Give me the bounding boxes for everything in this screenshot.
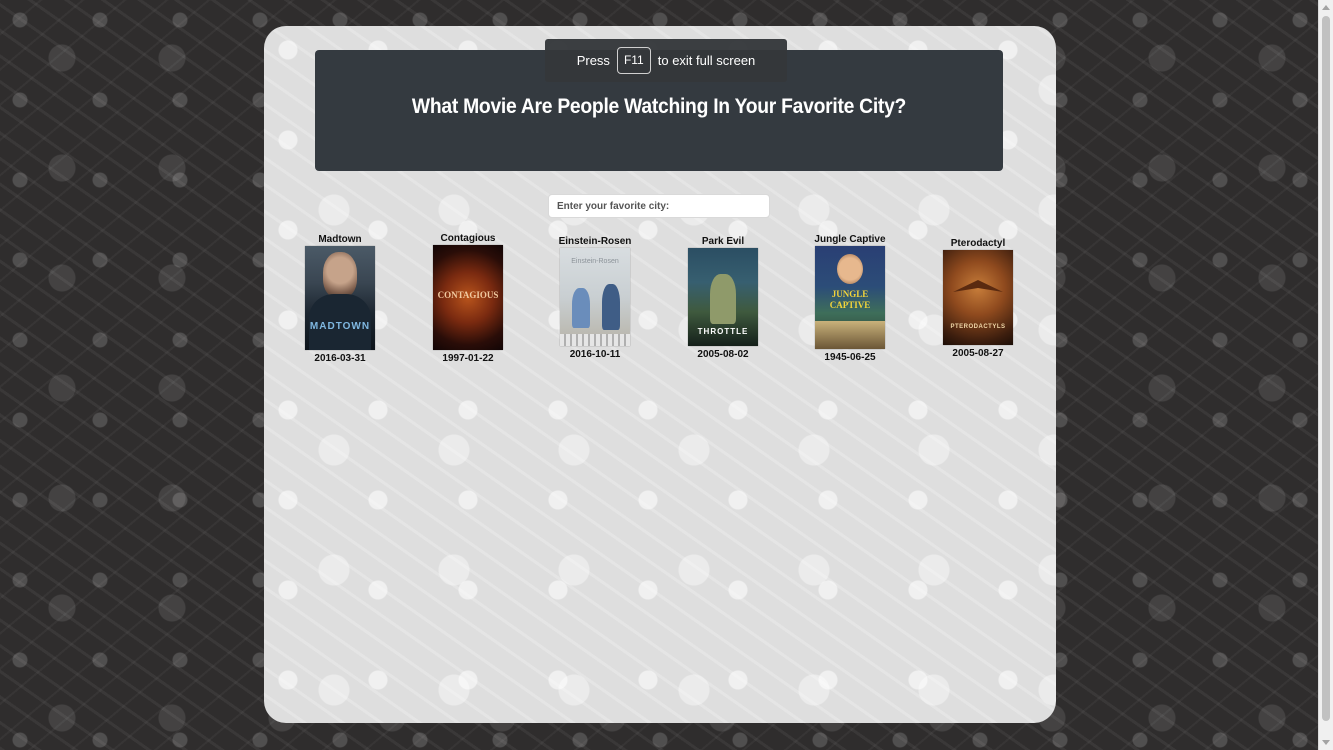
content-panel: What Movie Are People Watching In Your F… xyxy=(264,26,1056,723)
poster-figure xyxy=(572,288,590,328)
f11-key-badge: F11 xyxy=(616,47,651,74)
page: { "header": { "title": "What Movie Are P… xyxy=(0,0,1333,750)
notice-prefix: Press xyxy=(576,53,610,68)
movie-title: Einstein-Rosen xyxy=(558,236,632,247)
poster-caption: CAPTIVE xyxy=(829,300,871,310)
movie-title: Madtown xyxy=(318,234,362,245)
poster-caption: Einstein-Rosen xyxy=(571,258,619,265)
poster-caption: THROTTLE xyxy=(697,327,749,336)
movie-poster[interactable]: JUNGLE CAPTIVE xyxy=(815,246,885,349)
notice-suffix: to exit full screen xyxy=(657,53,756,68)
city-search-input[interactable] xyxy=(548,194,770,218)
poster-caption: JUNGLE xyxy=(831,289,869,299)
poster-credits-strip xyxy=(560,334,630,346)
vertical-scrollbar[interactable] xyxy=(1318,0,1333,750)
poster-artwork xyxy=(815,321,885,349)
movie-date: 1945-06-25 xyxy=(824,352,876,363)
movie-poster[interactable]: CONTAGIOUS xyxy=(433,245,503,350)
movie-title: Jungle Captive xyxy=(814,234,886,245)
movie-card-pterodactyl[interactable]: Pterodactyl PTERODACTYLS 2005-08-27 xyxy=(918,237,1038,360)
movie-card-contagious[interactable]: Contagious CONTAGIOUS 1997-01-22 xyxy=(408,232,528,365)
movie-card-einstein-rosen[interactable]: Einstein-Rosen Einstein-Rosen 2016-10-11 xyxy=(535,235,655,361)
movie-title: Contagious xyxy=(440,233,496,244)
movie-poster[interactable]: Einstein-Rosen xyxy=(560,248,630,346)
scroll-up-arrow-icon[interactable] xyxy=(1322,5,1330,10)
movie-card-park-evil[interactable]: Park Evil THROTTLE 2005-08-02 xyxy=(663,235,783,361)
movie-date: 2016-03-31 xyxy=(314,353,366,364)
movie-date: 1997-01-22 xyxy=(442,353,494,364)
poster-figure xyxy=(837,254,863,284)
page-title: What Movie Are People Watching In Your F… xyxy=(411,95,907,118)
movie-date: 2005-08-02 xyxy=(697,349,749,360)
movie-poster[interactable]: THROTTLE xyxy=(688,248,758,346)
poster-caption: MADTOWN xyxy=(309,321,371,332)
poster-caption: PTERODACTYLS xyxy=(950,324,1006,330)
movie-poster[interactable]: MADTOWN xyxy=(305,246,375,350)
poster-figure xyxy=(602,284,620,330)
movie-title: Pterodactyl xyxy=(950,238,1006,249)
movie-card-jungle-captive[interactable]: Jungle Captive JUNGLE CAPTIVE 1945-06-25 xyxy=(790,233,910,364)
scrollbar-thumb[interactable] xyxy=(1322,16,1330,721)
poster-figure xyxy=(323,252,357,298)
poster-caption: CONTAGIOUS xyxy=(437,290,499,300)
fullscreen-exit-notice: Press F11 to exit full screen xyxy=(545,39,787,82)
movie-title: Park Evil xyxy=(701,236,745,247)
movie-card-madtown[interactable]: Madtown MADTOWN 2016-03-31 xyxy=(280,233,400,365)
movie-date: 2016-10-11 xyxy=(569,349,621,360)
movie-poster[interactable]: PTERODACTYLS xyxy=(943,250,1013,345)
poster-figure xyxy=(710,274,736,324)
scroll-down-arrow-icon[interactable] xyxy=(1322,740,1330,745)
movie-date: 2005-08-27 xyxy=(952,348,1004,359)
poster-figure xyxy=(953,280,1003,292)
